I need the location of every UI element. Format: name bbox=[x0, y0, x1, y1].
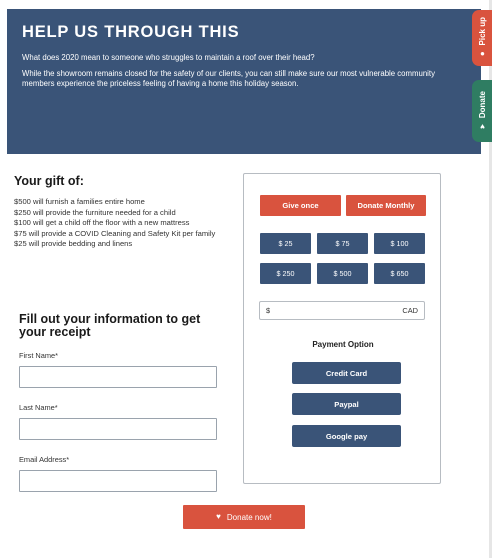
receipt-form: Fill out your information to get your re… bbox=[19, 313, 229, 507]
donate-now-button[interactable]: ♥ Donate now! bbox=[183, 505, 305, 529]
amount-500-button[interactable]: $ 500 bbox=[317, 263, 368, 284]
paypal-button[interactable]: Paypal bbox=[292, 393, 401, 415]
email-field[interactable] bbox=[19, 470, 217, 492]
first-name-label: First Name* bbox=[19, 351, 59, 360]
gift-item: $75 will provide a COVID Cleaning and Sa… bbox=[14, 228, 216, 238]
amount-25-button[interactable]: $ 25 bbox=[260, 233, 311, 254]
form-heading: Fill out your information to get your re… bbox=[19, 312, 201, 339]
gift-item: $25 will provide bedding and linens bbox=[14, 239, 133, 249]
gift-list: $500 will furnish a families entire home… bbox=[14, 197, 229, 250]
last-name-field[interactable] bbox=[19, 418, 217, 440]
google-pay-button[interactable]: Google pay bbox=[292, 425, 401, 447]
hero-title: HELP US THROUGH THIS bbox=[22, 23, 240, 41]
first-name-field[interactable] bbox=[19, 366, 217, 388]
amount-650-button[interactable]: $ 650 bbox=[374, 263, 425, 284]
email-label: Email Address* bbox=[19, 455, 70, 464]
donate-now-label: Donate now! bbox=[226, 512, 272, 522]
heart-icon: ♥ bbox=[216, 512, 221, 521]
heart-icon: ♥ bbox=[477, 122, 487, 132]
gift-section: Your gift of: $500 will furnish a famili… bbox=[14, 174, 229, 250]
truck-icon: ● bbox=[477, 49, 487, 59]
amount-100-button[interactable]: $ 100 bbox=[374, 233, 425, 254]
currency-code: CAD bbox=[402, 306, 418, 315]
gift-item: $250 will provide the furniture needed f… bbox=[14, 207, 176, 217]
payment-option-title: Payment Option bbox=[312, 340, 374, 349]
gift-heading: Your gift of: bbox=[14, 174, 84, 188]
gift-item: $500 will furnish a families entire home bbox=[14, 197, 145, 206]
hero-banner: HELP US THROUGH THIS What does 2020 mean… bbox=[7, 9, 481, 154]
donate-tab[interactable]: ♥ Donate bbox=[472, 80, 492, 142]
give-once-button[interactable]: Give once bbox=[260, 195, 341, 216]
currency-symbol: $ bbox=[266, 306, 271, 315]
credit-card-button[interactable]: Credit Card bbox=[292, 362, 401, 384]
donate-monthly-button[interactable]: Donate Monthly bbox=[346, 195, 426, 216]
gift-item: $100 will get a child off the floor with… bbox=[14, 218, 190, 228]
last-name-label: Last Name* bbox=[19, 403, 58, 412]
amount-75-button[interactable]: $ 75 bbox=[317, 233, 368, 254]
custom-amount-input[interactable]: $ CAD bbox=[259, 301, 425, 320]
donation-panel: Give once Donate Monthly $ 25 $ 75 $ 100… bbox=[243, 173, 441, 484]
amount-250-button[interactable]: $ 250 bbox=[260, 263, 311, 284]
pickup-tab-label: Pick up bbox=[477, 17, 487, 46]
pickup-tab[interactable]: ● Pick up bbox=[472, 10, 492, 66]
donate-tab-label: Donate bbox=[477, 90, 487, 119]
hero-description: While the showroom remains closed for th… bbox=[22, 69, 435, 88]
hero-question: What does 2020 mean to someone who strug… bbox=[22, 53, 315, 62]
